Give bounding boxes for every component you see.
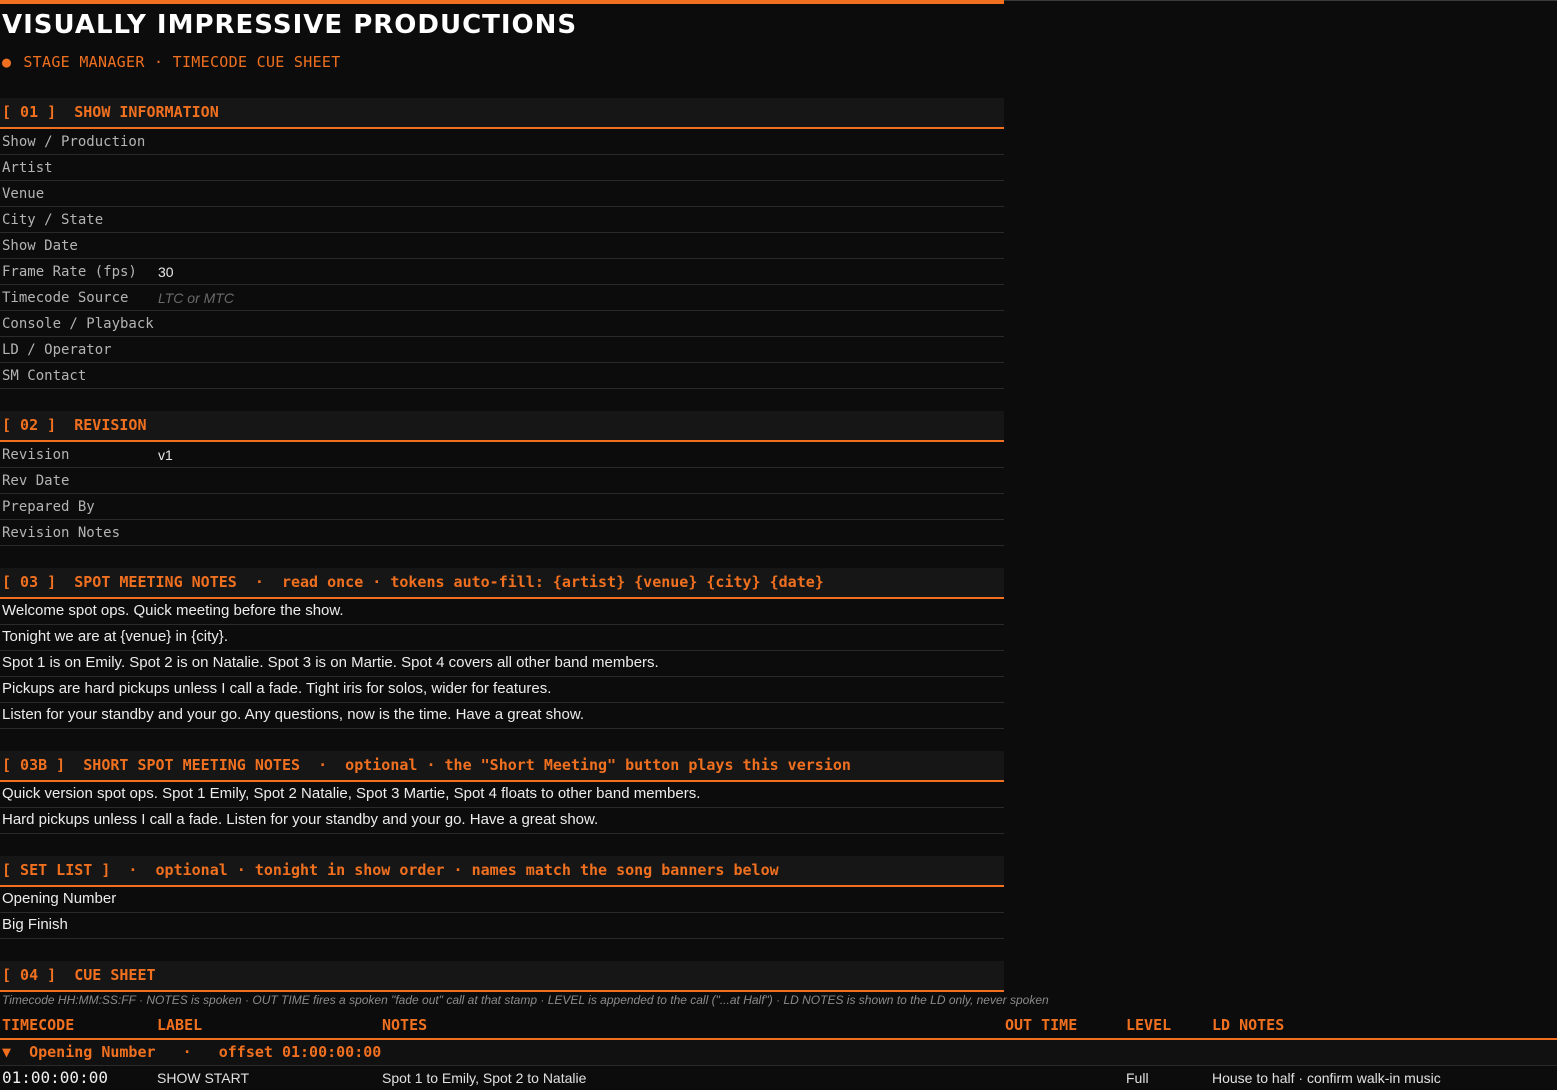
field-venue[interactable]: Venue	[0, 181, 1004, 207]
cue-notes[interactable]: Spot 1 to Emily, Spot 2 to Natalie	[382, 1066, 586, 1090]
set-list-song[interactable]: Big Finish	[0, 913, 1004, 939]
field-label: Timecode Source	[2, 289, 129, 306]
section-header-short-spot-meeting-notes: [ 03B ] SHORT SPOT MEETING NOTES · optio…	[0, 751, 1004, 782]
cue-table: TIMECODE LABEL NOTES OUT TIME LEVEL LD N…	[0, 1012, 1557, 1090]
show-information-section: [ 01 ] SHOW INFORMATION Show / Productio…	[0, 98, 1004, 389]
field-label: Frame Rate (fps)	[2, 263, 137, 280]
field-revision[interactable]: Revision v1	[0, 442, 1004, 468]
field-frame-rate[interactable]: Frame Rate (fps) 30	[0, 259, 1004, 285]
field-artist[interactable]: Artist	[0, 155, 1004, 181]
section-header-spot-meeting-notes: [ 03 ] SPOT MEETING NOTES · read once · …	[0, 568, 1004, 599]
column-header-timecode: TIMECODE	[2, 1016, 75, 1034]
short-note-line[interactable]: Quick version spot ops. Spot 1 Emily, Sp…	[0, 782, 1004, 808]
cue-label[interactable]: SHOW START	[157, 1066, 249, 1090]
field-label: Rev Date	[2, 472, 70, 489]
cue-sheet-section: [ 04 ] CUE SHEET	[0, 961, 1004, 992]
field-label: Show / Production	[2, 133, 146, 150]
field-timecode-source[interactable]: Timecode Source LTC or MTC	[0, 285, 1004, 311]
field-console-playback[interactable]: Console / Playback	[0, 311, 1004, 337]
spot-meeting-notes-section: [ 03 ] SPOT MEETING NOTES · read once · …	[0, 568, 1004, 729]
frame-rate-value[interactable]: 30	[158, 264, 174, 280]
song-banner-toggle[interactable]: ▼ Opening Number · offset 01:00:00:00	[0, 1040, 1557, 1066]
document-subtitle: ● STAGE MANAGER · TIMECODE CUE SHEET	[2, 52, 1004, 72]
spot-note-line[interactable]: Welcome spot ops. Quick meeting before t…	[0, 599, 1004, 625]
section-header-cue-sheet: [ 04 ] CUE SHEET	[0, 961, 1004, 992]
cue-sheet-caption: Timecode HH:MM:SS:FF · NOTES is spoken ·…	[2, 993, 1049, 1007]
cue-sheet-document: VISUALLY IMPRESSIVE PRODUCTIONS ● STAGE M…	[0, 0, 1004, 992]
field-label: City / State	[2, 211, 104, 228]
spot-note-line[interactable]: Spot 1 is on Emily. Spot 2 is on Natalie…	[0, 651, 1004, 677]
section-header-revision: [ 02 ] REVISION	[0, 411, 1004, 442]
field-label: Revision	[2, 446, 70, 463]
subtitle-text: STAGE MANAGER · TIMECODE CUE SHEET	[23, 53, 341, 71]
timecode-source-placeholder[interactable]: LTC or MTC	[158, 290, 234, 306]
field-label: Console / Playback	[2, 315, 154, 332]
field-sm-contact[interactable]: SM Contact	[0, 363, 1004, 389]
field-revision-notes[interactable]: Revision Notes	[0, 520, 1004, 546]
field-label: Show Date	[2, 237, 78, 254]
field-label: SM Contact	[2, 367, 87, 384]
set-list-section: [ SET LIST ] · optional · tonight in sho…	[0, 856, 1004, 939]
column-header-notes: NOTES	[382, 1016, 428, 1034]
column-header-out-time: OUT TIME	[1005, 1016, 1078, 1034]
field-city-state[interactable]: City / State	[0, 207, 1004, 233]
column-header-ld-notes: LD NOTES	[1212, 1016, 1285, 1034]
column-header-label: LABEL	[157, 1016, 203, 1034]
field-label: Revision Notes	[2, 524, 121, 541]
section-header-set-list: [ SET LIST ] · optional · tonight in sho…	[0, 856, 1004, 887]
revision-section: [ 02 ] REVISION Revision v1 Rev Date Prep…	[0, 411, 1004, 546]
field-show-date[interactable]: Show Date	[0, 233, 1004, 259]
company-title: VISUALLY IMPRESSIVE PRODUCTIONS	[2, 10, 578, 40]
spot-note-line[interactable]: Listen for your standby and your go. Any…	[0, 703, 1004, 729]
cue-row[interactable]: 01:00:00:00 SHOW START Spot 1 to Emily, …	[0, 1066, 1557, 1090]
short-note-line[interactable]: Hard pickups unless I call a fade. Liste…	[0, 808, 1004, 834]
column-header-level: LEVEL	[1126, 1016, 1172, 1034]
field-prepared-by[interactable]: Prepared By	[0, 494, 1004, 520]
cue-level[interactable]: Full	[1126, 1066, 1149, 1090]
field-label: LD / Operator	[2, 341, 112, 358]
cue-timecode[interactable]: 01:00:00:00	[2, 1066, 108, 1090]
spot-note-line[interactable]: Tonight we are at {venue} in {city}.	[0, 625, 1004, 651]
field-ld-operator[interactable]: LD / Operator	[0, 337, 1004, 363]
field-label: Artist	[2, 159, 53, 176]
section-header-show-information: [ 01 ] SHOW INFORMATION	[0, 98, 1004, 129]
field-label: Venue	[2, 185, 45, 202]
field-show-production[interactable]: Show / Production	[0, 129, 1004, 155]
revision-value[interactable]: v1	[158, 447, 173, 463]
spot-note-line[interactable]: Pickups are hard pickups unless I call a…	[0, 677, 1004, 703]
field-label: Prepared By	[2, 498, 95, 515]
set-list-song[interactable]: Opening Number	[0, 887, 1004, 913]
field-rev-date[interactable]: Rev Date	[0, 468, 1004, 494]
cue-ld-notes[interactable]: House to half · confirm walk-in music	[1212, 1066, 1441, 1090]
brand-accent-bar	[0, 0, 1004, 4]
cue-table-header: TIMECODE LABEL NOTES OUT TIME LEVEL LD N…	[0, 1012, 1557, 1040]
short-spot-meeting-notes-section: [ 03B ] SHORT SPOT MEETING NOTES · optio…	[0, 751, 1004, 834]
status-dot-icon: ●	[2, 53, 12, 71]
